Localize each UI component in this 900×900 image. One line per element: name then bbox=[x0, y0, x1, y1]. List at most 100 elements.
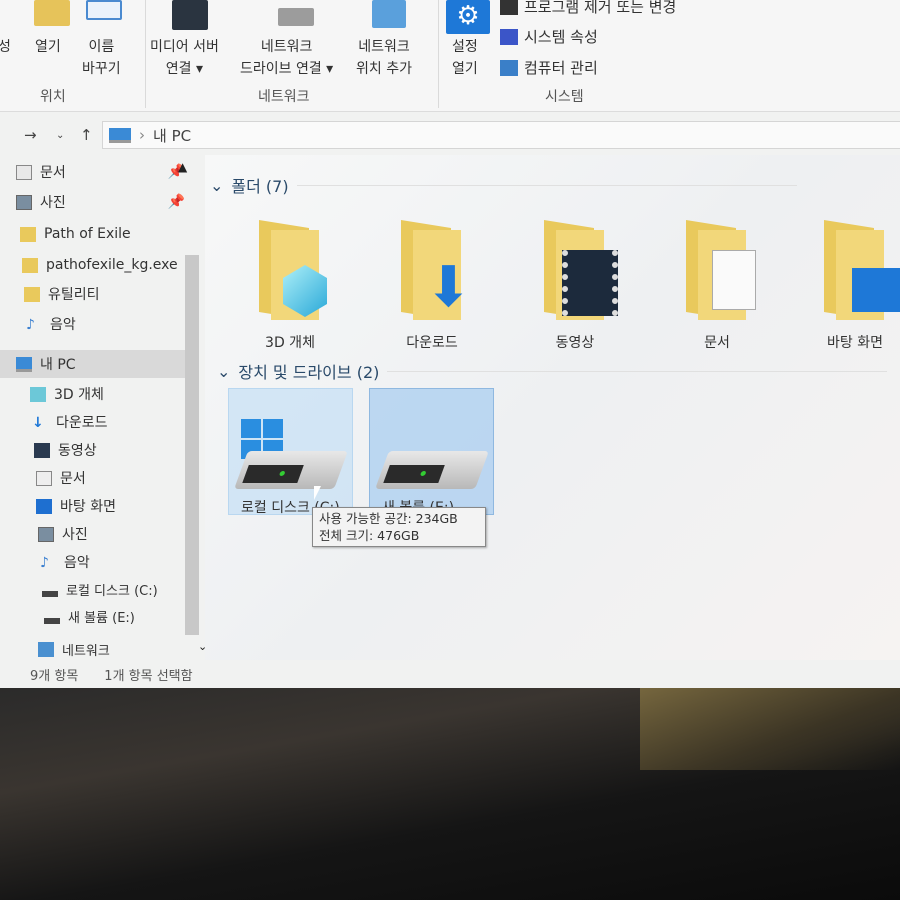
settings-line1: 설정 bbox=[452, 39, 478, 55]
map-drive-button[interactable]: 네트워크 드라이브 연결 ▾ bbox=[240, 36, 333, 80]
recent-chevron-icon[interactable]: ⌄ bbox=[56, 130, 64, 141]
download-icon: ↓ bbox=[32, 414, 44, 431]
drive-icon bbox=[42, 581, 58, 597]
folders-section-header[interactable]: ⌄ 폴더 (7) bbox=[210, 173, 797, 197]
drive-volume-e[interactable]: 새 볼륨 (E:) bbox=[369, 388, 494, 516]
hard-drive-icon bbox=[375, 451, 489, 489]
computer-icon bbox=[109, 127, 131, 143]
nav-label: 음악 bbox=[50, 317, 76, 333]
map-drive-icon bbox=[278, 8, 314, 26]
chevron-down-icon: ⌄ bbox=[217, 361, 231, 381]
uninstall-program-button[interactable]: 프로그램 제거 또는 변경 bbox=[500, 0, 676, 17]
nav-item-desktop[interactable]: 바탕 화면 bbox=[0, 492, 185, 520]
nav-label: 사진 bbox=[40, 195, 66, 211]
drives-section-header[interactable]: ⌄ 장치 및 드라이브 (2) bbox=[217, 359, 887, 383]
pin-icon[interactable]: 📌 bbox=[168, 194, 185, 210]
nav-item-pathofexile-kg[interactable]: pathofexile_kg.exe bbox=[0, 251, 185, 279]
nav-label: 문서 bbox=[40, 165, 66, 181]
system-properties-label: 시스템 속성 bbox=[524, 28, 598, 46]
network-location-icon bbox=[372, 0, 406, 28]
computer-icon bbox=[16, 356, 32, 372]
status-item-count: 9개 항목 bbox=[30, 668, 79, 684]
folder-label: 동영상 bbox=[555, 335, 595, 351]
nav-item-music-pc[interactable]: ♪ 음악 bbox=[0, 548, 185, 576]
tooltip-total-size: 전체 크기: 476GB bbox=[319, 528, 420, 543]
media-server-icon bbox=[172, 0, 208, 30]
nav-label: 문서 bbox=[60, 471, 86, 487]
address-bar-row: → ⌄ ↑ › 내 PC bbox=[0, 118, 900, 152]
nav-item-local-disk-c[interactable]: 로컬 디스크 (C:) bbox=[0, 575, 185, 603]
nav-item-videos[interactable]: 동영상 bbox=[0, 436, 185, 464]
nav-label: 새 볼륨 (E:) bbox=[68, 610, 135, 626]
nav-item-network[interactable]: 네트워크 bbox=[0, 635, 185, 663]
rename-button[interactable]: 이름 바꾸기 bbox=[82, 36, 121, 80]
nav-item-pictures[interactable]: 사진 📌 bbox=[0, 188, 185, 216]
mouse-cursor-icon bbox=[314, 486, 321, 500]
document-icon bbox=[16, 164, 32, 180]
folder-label: 바탕 화면 bbox=[827, 335, 883, 351]
nav-item-documents[interactable]: 문서 📌 bbox=[0, 158, 185, 186]
folder-documents[interactable]: 문서 bbox=[657, 220, 777, 352]
system-properties-button[interactable]: 시스템 속성 bbox=[500, 26, 598, 47]
forward-arrow-icon[interactable]: → bbox=[24, 126, 37, 144]
folder-videos[interactable]: 동영상 bbox=[515, 220, 635, 352]
breadcrumb-separator-icon: › bbox=[139, 126, 145, 144]
add-network-location-button[interactable]: 네트워크 위치 추가 bbox=[356, 36, 412, 80]
nav-label: 로컬 디스크 (C:) bbox=[66, 583, 158, 599]
address-input[interactable]: › 내 PC bbox=[102, 121, 900, 149]
document-icon bbox=[712, 250, 756, 310]
hard-drive-icon bbox=[234, 451, 348, 489]
breadcrumb-this-pc[interactable]: 내 PC bbox=[153, 125, 191, 146]
nav-item-utilities[interactable]: 유틸리티 bbox=[0, 280, 185, 308]
drive-local-disk-c[interactable]: 로컬 디스크 (C:) bbox=[228, 388, 353, 516]
up-arrow-icon[interactable]: ↑ bbox=[80, 126, 93, 144]
pictures-icon bbox=[38, 526, 54, 542]
open-settings-button[interactable]: 설정 열기 bbox=[452, 36, 478, 80]
nav-item-path-of-exile[interactable]: Path of Exile bbox=[0, 220, 185, 248]
group-system: 시스템 bbox=[545, 89, 584, 105]
nav-item-pictures-pc[interactable]: 사진 bbox=[0, 520, 185, 548]
nav-label: 유틸리티 bbox=[48, 287, 100, 303]
status-selected-count: 1개 항목 선택함 bbox=[104, 668, 193, 684]
ribbon: 성 열기 이름 바꾸기 위치 미디어 서버 연결 ▾ 네트워크 드라이브 연결 ▾ 네… bbox=[0, 0, 900, 112]
document-icon bbox=[36, 470, 52, 486]
nav-item-music[interactable]: ♪ 음악 bbox=[0, 310, 185, 338]
drives-header-label: 장치 및 드라이브 (2) bbox=[238, 363, 380, 382]
nav-label: 3D 개체 bbox=[54, 387, 104, 403]
rename-line1: 이름 bbox=[88, 39, 115, 55]
cube-icon bbox=[30, 386, 46, 402]
navigation-pane: 문서 📌 사진 📌 Path of Exile pathofexile_kg.exe… bbox=[0, 155, 200, 660]
nav-item-3d-objects[interactable]: 3D 개체 bbox=[0, 380, 185, 408]
nav-item-downloads[interactable]: ↓ 다운로드 bbox=[0, 408, 185, 436]
nav-item-documents-pc[interactable]: 문서 bbox=[0, 464, 185, 492]
computer-management-icon bbox=[500, 59, 518, 76]
status-bar: 9개 항목 1개 항목 선택함 bbox=[0, 662, 900, 686]
media-server-button[interactable]: 미디어 서버 연결 ▾ bbox=[150, 36, 219, 80]
nav-label: 네트워크 bbox=[62, 643, 110, 659]
desk-background bbox=[0, 680, 900, 900]
nav-label: pathofexile_kg.exe bbox=[46, 257, 178, 273]
scroll-up-icon[interactable]: ▲ bbox=[178, 160, 187, 174]
settings-gear-icon: ⚙ bbox=[446, 0, 490, 34]
pictures-icon bbox=[16, 194, 32, 210]
nav-scrollbar[interactable] bbox=[185, 255, 199, 635]
video-icon bbox=[562, 250, 618, 316]
open-button[interactable]: 열기 bbox=[35, 36, 61, 58]
nav-label: 바탕 화면 bbox=[60, 499, 116, 515]
open-icon bbox=[34, 0, 70, 26]
nav-item-this-pc[interactable]: 내 PC bbox=[0, 350, 185, 378]
content-pane: ⌄ 폴더 (7) 3D 개체 ⬇ 다운로드 동영상 문서 바탕 화면 ⌄ 장치 및 드… bbox=[205, 155, 900, 660]
computer-management-label: 컴퓨터 관리 bbox=[524, 59, 598, 77]
folder-downloads[interactable]: ⬇ 다운로드 bbox=[372, 220, 492, 352]
folder-3d-objects[interactable]: 3D 개체 bbox=[230, 220, 350, 352]
ribbon-cut-label: 성 bbox=[0, 39, 11, 55]
nav-item-volume-e[interactable]: 새 볼륨 (E:) bbox=[0, 602, 185, 630]
folder-desktop[interactable]: 바탕 화면 bbox=[795, 220, 900, 352]
drive-icon bbox=[44, 608, 60, 624]
video-icon bbox=[34, 442, 50, 458]
computer-management-button[interactable]: 컴퓨터 관리 bbox=[500, 57, 598, 78]
media-line2: 연결 ▾ bbox=[165, 61, 204, 77]
download-icon: ⬇ bbox=[425, 255, 472, 320]
chevron-down-icon: ⌄ bbox=[210, 175, 224, 195]
system-properties-icon bbox=[500, 28, 518, 45]
